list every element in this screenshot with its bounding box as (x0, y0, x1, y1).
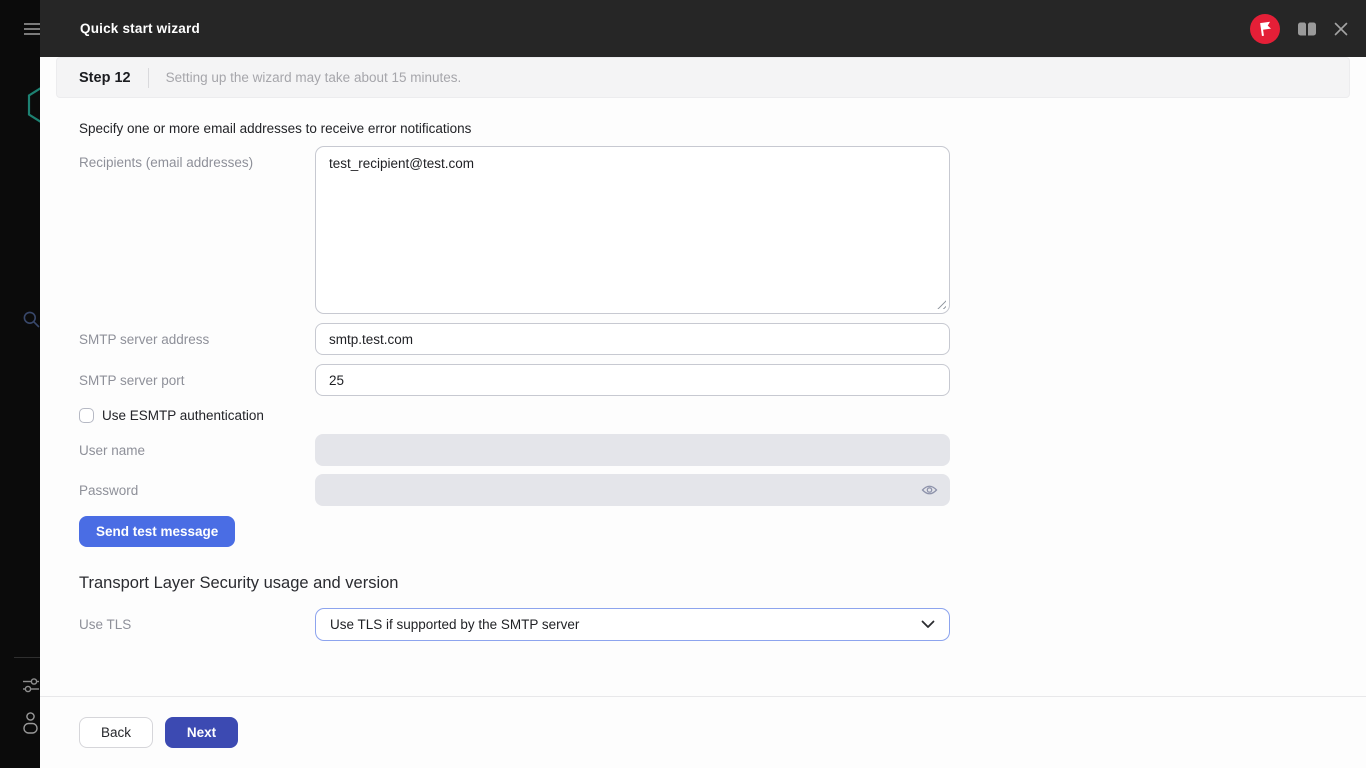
esmtp-auth-label: Use ESMTP authentication (102, 408, 264, 423)
esmtp-auth-checkbox[interactable] (79, 408, 94, 423)
paessler-flag-icon[interactable] (1250, 14, 1280, 44)
dialog-header: Quick start wizard (40, 0, 1366, 57)
use-tls-label: Use TLS (79, 617, 315, 632)
tls-selected-option: Use TLS if supported by the SMTP server (330, 617, 579, 632)
recipients-label: Recipients (email addresses) (79, 146, 315, 170)
password-label: Password (79, 483, 315, 498)
chevron-down-icon (921, 620, 935, 629)
step-bar-divider (148, 68, 149, 88)
show-password-eye-icon[interactable] (921, 484, 938, 496)
close-icon[interactable] (1333, 21, 1349, 37)
username-input (315, 434, 950, 466)
recipients-textarea[interactable]: test_recipient@test.com (315, 146, 950, 314)
user-account-icon[interactable] (23, 712, 40, 735)
back-button[interactable]: Back (79, 717, 153, 748)
brand-hexagon-logo (26, 84, 40, 126)
open-book-icon[interactable] (1296, 20, 1318, 38)
smtp-address-input[interactable] (315, 323, 950, 355)
password-input (315, 474, 950, 506)
smtp-port-input[interactable] (315, 364, 950, 396)
step-progress-bar: Step 12 Setting up the wizard may take a… (56, 57, 1350, 98)
send-test-message-button[interactable]: Send test message (79, 516, 235, 547)
tls-section-heading: Transport Layer Security usage and versi… (79, 574, 1366, 593)
wizard-footer: Back Next (40, 696, 1366, 768)
dialog-title: Quick start wizard (80, 21, 200, 36)
hamburger-menu-icon[interactable] (24, 23, 40, 37)
step-hint-text: Setting up the wizard may take about 15 … (166, 70, 462, 85)
search-icon[interactable] (23, 311, 40, 328)
tls-select[interactable]: Use TLS if supported by the SMTP server (315, 608, 950, 641)
wizard-form: Specify one or more email addresses to r… (40, 121, 1366, 641)
form-intro-text: Specify one or more email addresses to r… (79, 121, 1366, 136)
smtp-address-label: SMTP server address (79, 332, 315, 347)
smtp-port-label: SMTP server port (79, 373, 315, 388)
esmtp-auth-checkbox-row[interactable]: Use ESMTP authentication (79, 408, 1366, 423)
sidebar-divider (14, 657, 40, 658)
app-sidebar (0, 0, 40, 768)
settings-sliders-icon[interactable] (22, 677, 40, 694)
quick-start-wizard-dialog: Quick start wizard (40, 0, 1366, 768)
step-number: Step 12 (79, 70, 131, 86)
username-label: User name (79, 443, 315, 458)
next-button[interactable]: Next (165, 717, 238, 748)
